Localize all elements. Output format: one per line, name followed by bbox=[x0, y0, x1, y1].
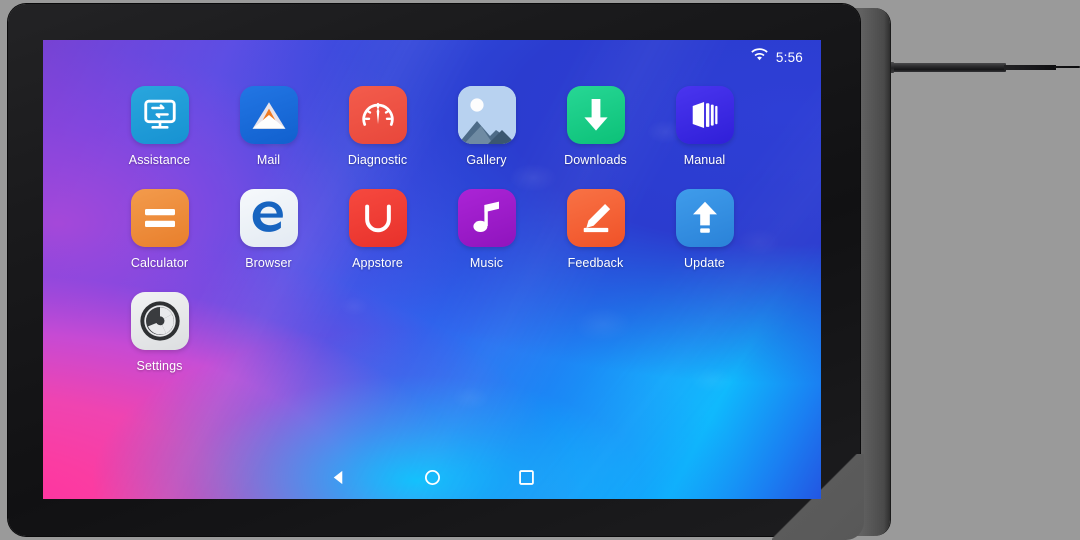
home-circle-icon bbox=[424, 469, 441, 491]
app-label: Settings bbox=[136, 359, 183, 373]
app-mail[interactable]: Mail bbox=[214, 86, 323, 167]
app-update[interactable]: Update bbox=[650, 189, 759, 270]
stylus-pen[interactable] bbox=[878, 60, 1080, 74]
downloads-tile[interactable] bbox=[566, 86, 625, 144]
app-label: Mail bbox=[256, 153, 281, 167]
app-diagnostic[interactable]: Diagnostic bbox=[323, 86, 432, 167]
app-label: Downloads bbox=[564, 153, 627, 167]
app-appstore[interactable]: Appstore bbox=[323, 189, 432, 270]
app-label: Feedback bbox=[567, 256, 624, 270]
mail-tile[interactable] bbox=[239, 86, 298, 144]
screenshot-stage: 5:56 Assistance Mail Diagnostic Gallery … bbox=[0, 0, 1080, 540]
upload-arrow-icon bbox=[689, 200, 721, 236]
app-label: Calculator bbox=[130, 256, 189, 270]
app-music[interactable]: Music bbox=[432, 189, 541, 270]
assistance-tile[interactable] bbox=[130, 86, 189, 144]
music-note-icon bbox=[471, 200, 503, 236]
edge-e-icon bbox=[247, 196, 291, 240]
app-browser[interactable]: Browser bbox=[214, 189, 323, 270]
app-label: Browser bbox=[245, 256, 292, 270]
appstore-tile[interactable] bbox=[348, 189, 407, 247]
app-settings[interactable]: Settings bbox=[105, 292, 214, 373]
status-clock: 5:56 bbox=[775, 49, 803, 65]
recents-square-icon bbox=[518, 469, 535, 491]
app-feedback[interactable]: Feedback bbox=[541, 189, 650, 270]
app-grid: Assistance Mail Diagnostic Gallery Downl… bbox=[43, 86, 821, 373]
update-tile[interactable] bbox=[675, 189, 734, 247]
app-label: Appstore bbox=[352, 256, 403, 270]
status-bar: 5:56 bbox=[43, 40, 821, 74]
app-manual[interactable]: Manual bbox=[650, 86, 759, 167]
app-label: Gallery bbox=[466, 153, 507, 167]
app-downloads[interactable]: Downloads bbox=[541, 86, 650, 167]
gallery-tile[interactable] bbox=[457, 86, 516, 144]
remote-assistance-monitor-icon bbox=[141, 96, 179, 134]
shopping-bag-icon bbox=[361, 201, 395, 235]
open-book-icon bbox=[688, 98, 722, 132]
tablet-device: 5:56 Assistance Mail Diagnostic Gallery … bbox=[8, 2, 890, 540]
back-triangle-icon bbox=[330, 469, 347, 491]
photo-mountain-icon bbox=[457, 86, 516, 144]
feedback-tile[interactable] bbox=[566, 189, 625, 247]
navigation-bar bbox=[43, 461, 821, 499]
music-tile[interactable] bbox=[457, 189, 516, 247]
app-gallery[interactable]: Gallery bbox=[432, 86, 541, 167]
app-label: Diagnostic bbox=[347, 153, 408, 167]
equals-sign-icon bbox=[144, 205, 176, 231]
recents-button[interactable] bbox=[513, 467, 539, 493]
stylus-taper bbox=[1004, 64, 1056, 70]
app-label: Update bbox=[684, 256, 725, 270]
manual-tile[interactable] bbox=[675, 86, 734, 144]
envelope-icon bbox=[249, 98, 289, 132]
browser-tile[interactable] bbox=[239, 189, 298, 247]
calculator-tile[interactable] bbox=[130, 189, 189, 247]
home-button[interactable] bbox=[419, 467, 445, 493]
stylus-barrel bbox=[878, 63, 1006, 72]
gear-icon bbox=[137, 298, 183, 344]
pencil-edit-icon bbox=[578, 201, 614, 235]
speedometer-gauge-icon bbox=[359, 96, 397, 134]
settings-tile[interactable] bbox=[130, 292, 189, 350]
tablet-screen: 5:56 Assistance Mail Diagnostic Gallery … bbox=[43, 40, 821, 499]
app-label: Manual bbox=[683, 153, 726, 167]
app-calculator[interactable]: Calculator bbox=[105, 189, 214, 270]
diagnostic-tile[interactable] bbox=[348, 86, 407, 144]
download-arrow-icon bbox=[579, 97, 613, 133]
stylus-tip bbox=[1054, 65, 1080, 69]
back-button[interactable] bbox=[325, 467, 351, 493]
app-assistance[interactable]: Assistance bbox=[105, 86, 214, 167]
app-label: Music bbox=[469, 256, 504, 270]
wifi-icon bbox=[751, 48, 768, 66]
app-label: Assistance bbox=[128, 153, 191, 167]
